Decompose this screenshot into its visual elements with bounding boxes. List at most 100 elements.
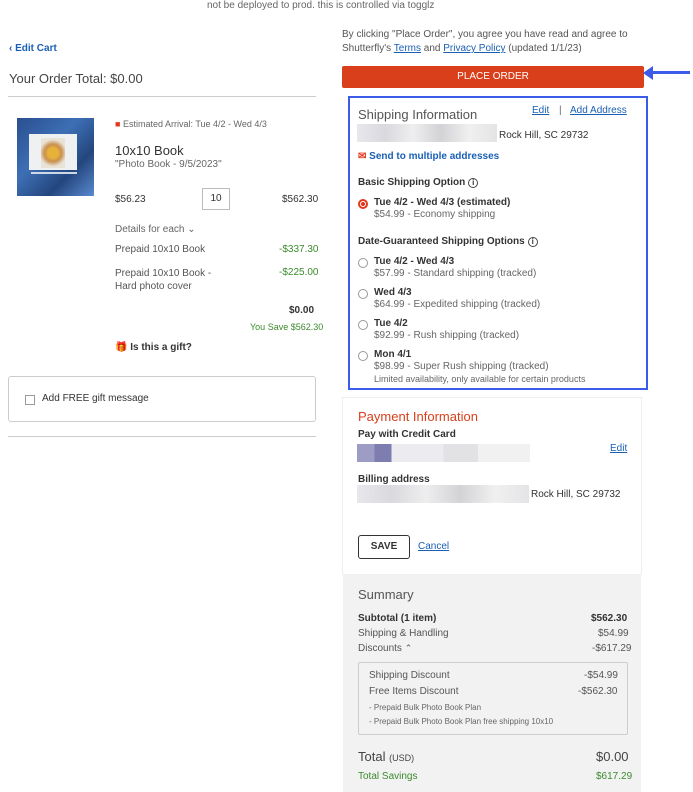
gift-toggle[interactable]: 🎁 Is this a gift? bbox=[115, 342, 192, 353]
gift-icon: 🎁 bbox=[115, 342, 128, 353]
billing-city: Rock Hill, SC 29732 bbox=[531, 489, 621, 500]
place-order-button[interactable]: PLACE ORDER bbox=[342, 66, 644, 88]
link-separator: | bbox=[559, 105, 562, 116]
payment-title: Payment Information bbox=[358, 409, 478, 424]
multiple-addresses-link[interactable]: ✉ Send to multiple addresses bbox=[358, 151, 499, 162]
guaranteed-shipping-label: Date-Guaranteed Shipping Options bbox=[358, 236, 525, 247]
terms-link[interactable]: Terms bbox=[394, 43, 421, 54]
discounts-toggle[interactable]: Discounts ⌃ bbox=[358, 643, 412, 654]
divider bbox=[8, 96, 316, 97]
product-title: 10x10 Book bbox=[115, 143, 184, 158]
shipping-title: Shipping Information bbox=[358, 107, 478, 122]
basic-shipping-heading: Basic Shipping Option i bbox=[358, 177, 479, 188]
truck-icon: ■ bbox=[115, 119, 121, 129]
option-note: Limited availability, only available for… bbox=[374, 374, 586, 384]
line-total: $562.30 bbox=[282, 194, 319, 205]
dev-banner: not be deployed to prod. this is control… bbox=[207, 0, 435, 11]
edit-cart-label: Edit Cart bbox=[15, 43, 57, 54]
chevron-down-icon: ⌄ bbox=[187, 224, 196, 235]
prepaid-line-1-value: -$337.30 bbox=[279, 244, 319, 255]
free-items-label: Free Items Discount bbox=[369, 686, 459, 697]
arrow-left-icon bbox=[648, 71, 690, 74]
product-thumbnail bbox=[17, 118, 94, 196]
payment-edit-link[interactable]: Edit bbox=[610, 443, 627, 454]
option-desc: $64.99 - Expedited shipping (tracked) bbox=[374, 299, 541, 310]
redacted-address bbox=[357, 124, 497, 142]
details-label: Details for each bbox=[115, 224, 185, 235]
redacted-card bbox=[357, 444, 530, 462]
radio[interactable] bbox=[358, 258, 368, 268]
summary-title: Summary bbox=[358, 587, 414, 602]
edit-cart-link[interactable]: ‹ Edit Cart bbox=[9, 43, 57, 54]
chevron-left-icon: ‹ bbox=[9, 43, 13, 54]
radio[interactable] bbox=[358, 289, 368, 299]
billing-address-label: Billing address bbox=[358, 474, 430, 485]
info-icon: i bbox=[468, 177, 479, 188]
total-currency: (USD) bbox=[389, 753, 415, 763]
save-button[interactable]: SAVE bbox=[358, 535, 410, 559]
subtotal-value: $562.30 bbox=[591, 613, 628, 624]
radio-selected[interactable] bbox=[358, 199, 368, 209]
privacy-policy-link[interactable]: Privacy Policy bbox=[443, 43, 505, 54]
shipping-edit-link[interactable]: Edit bbox=[532, 105, 549, 116]
pay-with-label: Pay with Credit Card bbox=[358, 429, 456, 440]
option-date: Mon 4/1 bbox=[374, 349, 412, 360]
quantity-input[interactable]: 10 bbox=[202, 188, 230, 210]
shipping-handling-label: Shipping & Handling bbox=[358, 628, 449, 639]
unit-price: $56.23 bbox=[115, 194, 146, 205]
option-date: Tue 4/2 bbox=[374, 318, 408, 329]
agreement-and: and bbox=[423, 43, 441, 54]
arrow-head-icon bbox=[643, 66, 653, 80]
radio[interactable] bbox=[358, 351, 368, 361]
option-desc: $92.99 - Rush shipping (tracked) bbox=[374, 330, 520, 341]
gift-message-box: Add FREE gift message bbox=[8, 376, 316, 422]
add-address-link[interactable]: Add Address bbox=[570, 105, 627, 116]
discounts-label: Discounts bbox=[358, 643, 402, 654]
shipping-discount-label: Shipping Discount bbox=[369, 670, 450, 681]
estimated-arrival-text: Estimated Arrival: Tue 4/2 - Wed 4/3 bbox=[122, 119, 267, 129]
free-items-value: -$562.30 bbox=[578, 686, 618, 697]
redacted-billing bbox=[357, 485, 529, 503]
radio[interactable] bbox=[358, 320, 368, 330]
basic-shipping-label: Basic Shipping Option bbox=[358, 177, 466, 188]
order-total-heading: Your Order Total: $0.00 bbox=[9, 71, 143, 86]
cancel-link[interactable]: Cancel bbox=[418, 541, 449, 552]
total-label: Total (USD) bbox=[358, 749, 414, 764]
option-desc: $54.99 - Economy shipping bbox=[374, 209, 496, 220]
total-value: $0.00 bbox=[596, 749, 629, 764]
multiple-addresses-label: Send to multiple addresses bbox=[369, 151, 500, 162]
guaranteed-shipping-heading: Date-Guaranteed Shipping Options i bbox=[358, 236, 538, 247]
option-date: Wed 4/3 bbox=[374, 287, 412, 298]
estimated-arrival: ■ Estimated Arrival: Tue 4/2 - Wed 4/3 bbox=[115, 119, 267, 129]
prepaid-line-2-label: Prepaid 10x10 Book - Hard photo cover bbox=[115, 268, 212, 292]
gift-message-checkbox[interactable] bbox=[25, 395, 35, 405]
option-desc: $57.99 - Standard shipping (tracked) bbox=[374, 268, 537, 279]
option-date: Tue 4/2 - Wed 4/3 bbox=[374, 256, 455, 267]
total-savings-label: Total Savings bbox=[358, 771, 418, 782]
option-date: Tue 4/2 - Wed 4/3 (estimated) bbox=[374, 197, 511, 208]
shipping-city: Rock Hill, SC 29732 bbox=[499, 130, 589, 141]
divider bbox=[8, 436, 316, 437]
subtotal-label: Subtotal (1 item) bbox=[358, 613, 437, 624]
agreement-updated: (updated 1/1/23) bbox=[508, 43, 582, 54]
shipping-discount-value: -$54.99 bbox=[584, 670, 618, 681]
total-savings-value: $617.29 bbox=[596, 771, 633, 782]
discounts-value: -$617.29 bbox=[592, 643, 632, 654]
product-subtitle: "Photo Book - 9/5/2023" bbox=[115, 159, 222, 170]
envelope-icon: ✉ bbox=[358, 151, 367, 162]
info-icon: i bbox=[527, 236, 538, 247]
plan-line-1: - Prepaid Bulk Photo Book Plan bbox=[369, 703, 482, 712]
option-desc: $98.99 - Super Rush shipping (tracked) bbox=[374, 361, 549, 372]
plan-line-2: - Prepaid Bulk Photo Book Plan free ship… bbox=[369, 717, 554, 726]
shipping-handling-value: $54.99 bbox=[598, 628, 629, 639]
agreement-text: By clicking "Place Order", you agree you… bbox=[342, 28, 642, 56]
gift-message-label: Add FREE gift message bbox=[42, 393, 149, 404]
you-save: You Save $562.30 bbox=[250, 322, 324, 332]
prepaid-line-2-value: -$225.00 bbox=[279, 267, 319, 278]
item-total: $0.00 bbox=[289, 305, 315, 316]
gift-label: Is this a gift? bbox=[130, 342, 192, 353]
prepaid-line-1-label: Prepaid 10x10 Book bbox=[115, 244, 206, 255]
details-toggle[interactable]: Details for each ⌄ bbox=[115, 224, 196, 235]
chevron-up-icon: ⌃ bbox=[404, 643, 413, 653]
total-text: Total bbox=[358, 749, 386, 764]
